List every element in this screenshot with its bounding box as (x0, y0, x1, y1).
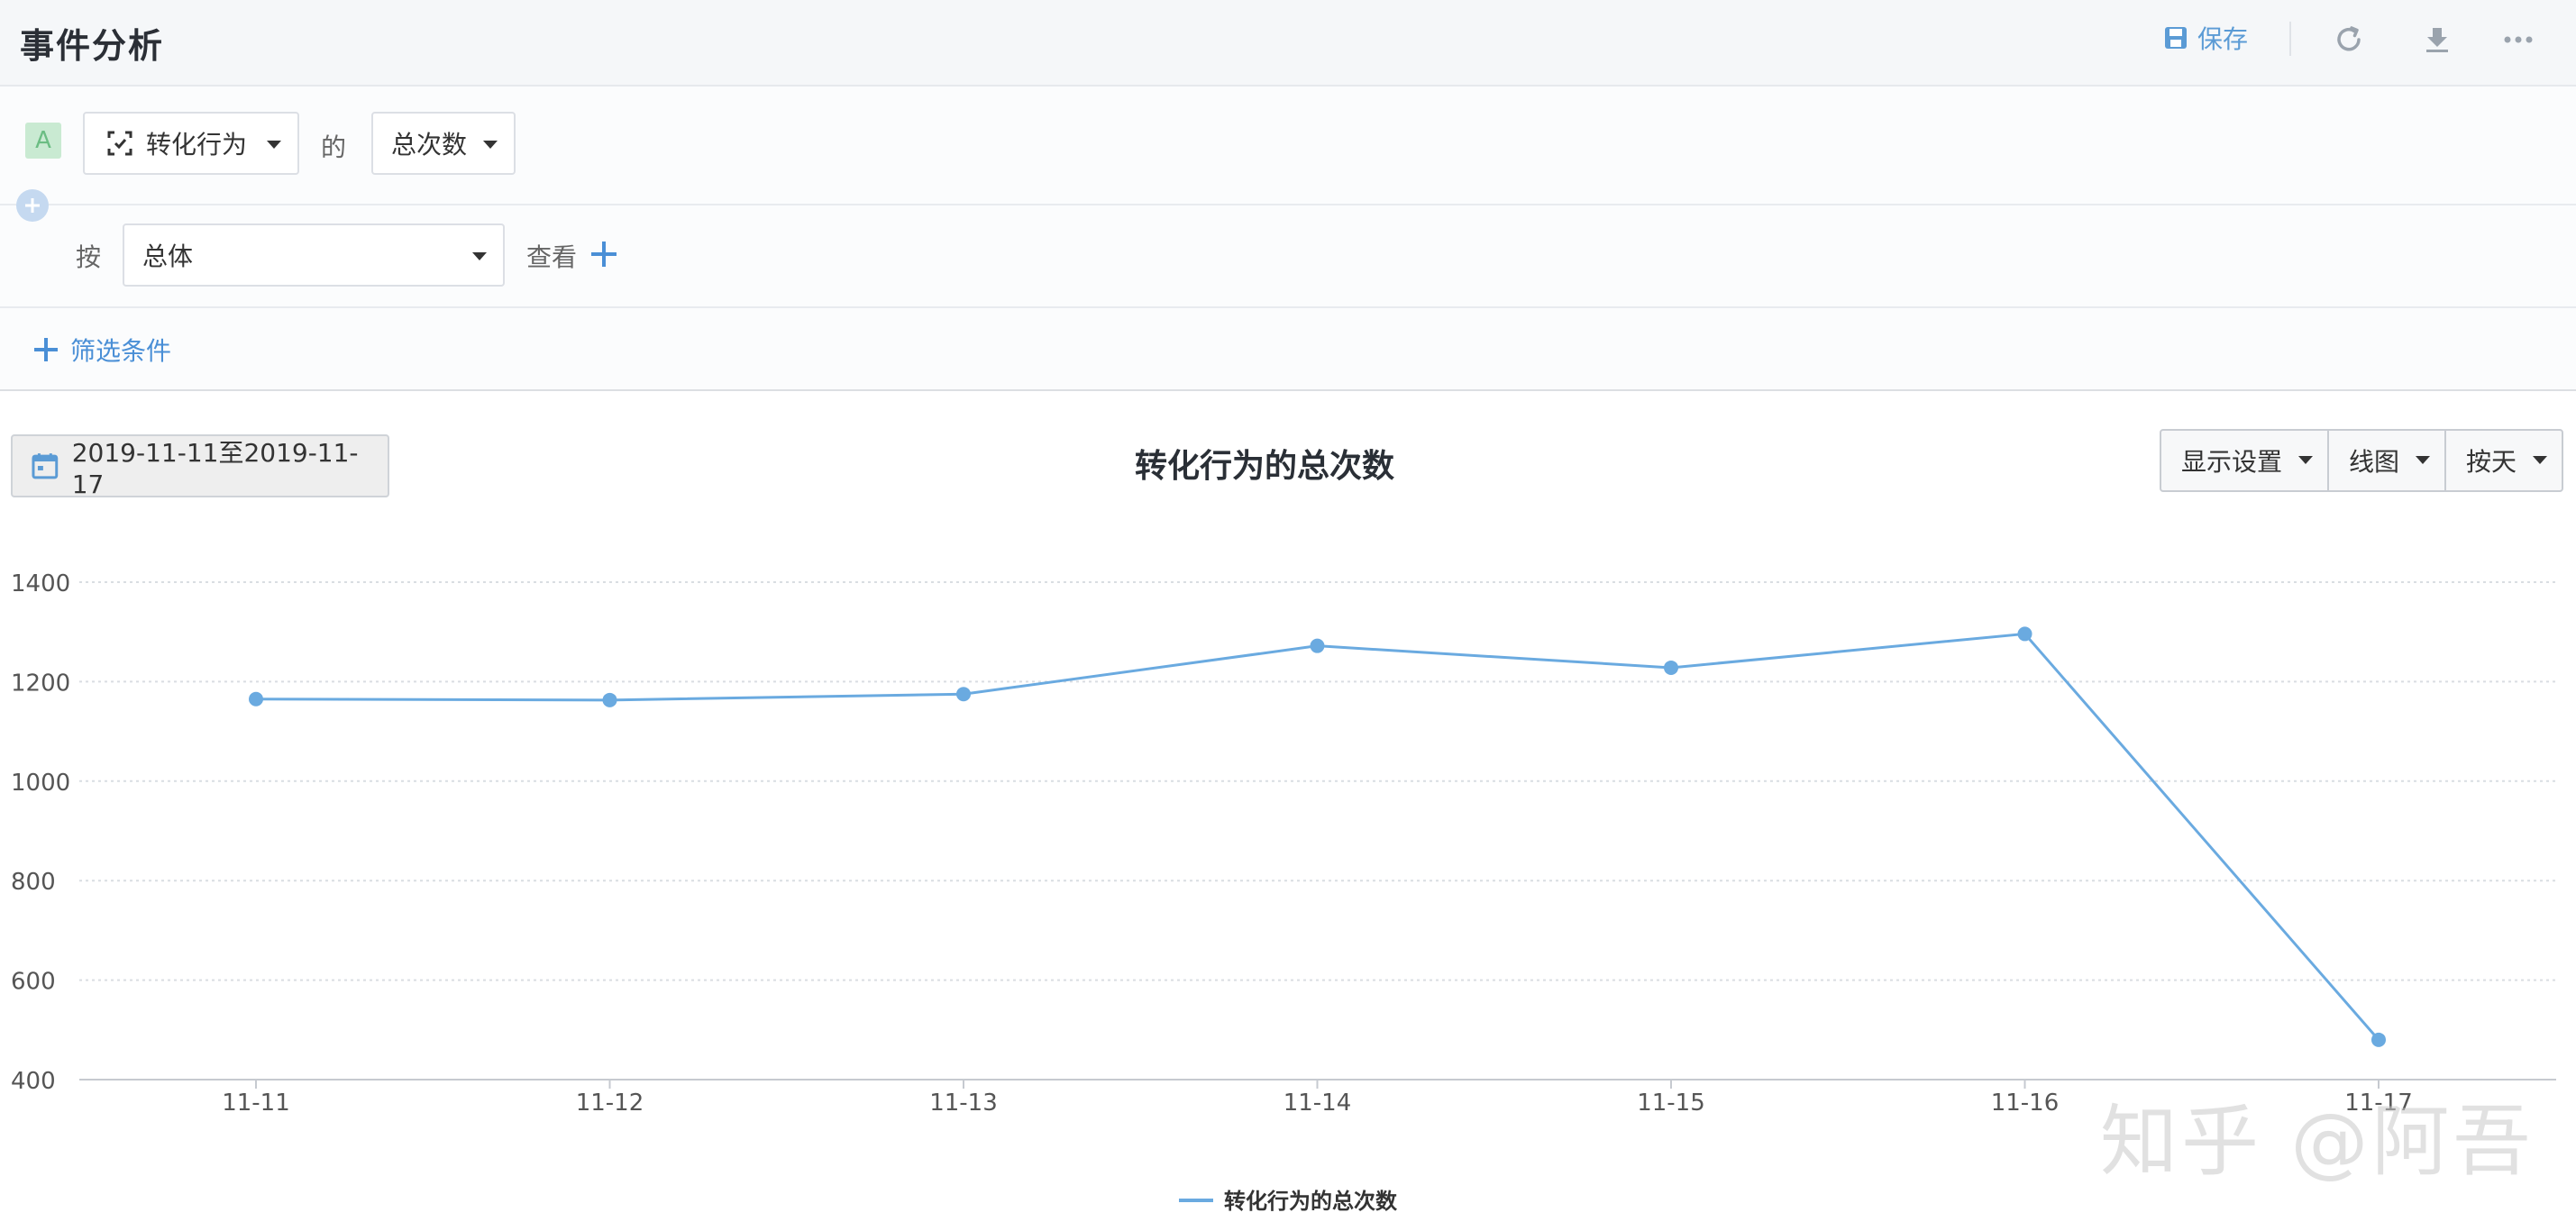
data-point (1310, 638, 1325, 653)
chevron-down-icon (2298, 456, 2313, 464)
data-point (2017, 626, 2032, 642)
chart-axes: 400 600 800 1000 1200 1400 11-11 11-12 11-13 11-1… (11, 570, 2556, 1117)
x-tick-label: 11-12 (576, 1090, 644, 1117)
page-header: 事件分析 保存 (0, 0, 2576, 87)
save-button[interactable]: 保存 (2163, 20, 2248, 56)
x-tick-label: 11-17 (2344, 1090, 2413, 1117)
chevron-down-icon (267, 141, 281, 149)
plus-icon (591, 242, 617, 267)
date-range-value: 2019-11-11至2019-11-17 (71, 437, 359, 499)
plus-icon (25, 198, 40, 213)
add-filter-button[interactable]: 筛选条件 (32, 332, 171, 368)
metric-select[interactable]: 总次数 (371, 112, 516, 175)
group-select[interactable]: 总体 (123, 223, 505, 287)
add-filter-label: 筛选条件 (70, 336, 172, 366)
series-line (255, 632, 2380, 1041)
save-label: 保存 (2197, 24, 2249, 54)
display-settings-dropdown[interactable]: 显示设置 (2161, 431, 2329, 490)
display-settings-label: 显示设置 (2181, 447, 2283, 477)
chart-type-dropdown[interactable]: 线图 (2329, 431, 2446, 490)
event-select-value: 转化行为 (146, 130, 248, 160)
y-tick-label: 1400 (11, 570, 70, 597)
chart-title: 转化行为的总次数 (1134, 448, 1394, 485)
group-by-row: 按 总体 查看 (0, 205, 2576, 308)
filter-row: 筛选条件 (0, 308, 2576, 391)
add-event-button[interactable] (16, 189, 49, 222)
header-divider (2289, 22, 2291, 56)
x-tick-label: 11-13 (929, 1090, 998, 1117)
x-tick-label: 11-15 (1637, 1090, 1705, 1117)
data-point (602, 692, 617, 707)
event-icon (107, 131, 132, 156)
refresh-button[interactable] (2329, 20, 2369, 59)
download-icon (2426, 28, 2448, 52)
data-point (2371, 1032, 2386, 1047)
save-icon (2165, 27, 2187, 49)
metric-select-value: 总次数 (391, 130, 468, 160)
plus-icon (34, 338, 58, 361)
date-range-picker[interactable]: 2019-11-11至2019-11-17 (11, 434, 389, 499)
chart-series (249, 626, 2386, 1047)
legend-label: 转化行为的总次数 (1224, 1189, 1398, 1214)
chart-legend: 转化行为的总次数 (1179, 1189, 1398, 1214)
calendar-icon (32, 453, 59, 479)
chevron-down-icon (2416, 456, 2430, 464)
chevron-down-icon (483, 141, 498, 149)
event-select[interactable]: 转化行为 (83, 112, 299, 175)
more-icon (2504, 36, 2533, 43)
y-tick-label: 1200 (11, 670, 70, 697)
series-badge: A (25, 123, 61, 159)
by-label: 按 (76, 242, 102, 272)
y-tick-label: 1000 (11, 770, 70, 797)
chart-type-label: 线图 (2349, 447, 2400, 477)
group-select-value: 总体 (142, 242, 194, 271)
data-point (1664, 660, 1678, 675)
download-button[interactable] (2417, 20, 2457, 59)
x-tick-label: 11-14 (1283, 1090, 1352, 1117)
data-point (956, 687, 971, 702)
page-title: 事件分析 (20, 26, 165, 66)
data-point (249, 691, 263, 707)
granularity-dropdown[interactable]: 按天 (2446, 431, 2562, 490)
y-tick-label: 800 (11, 869, 56, 896)
y-tick-label: 600 (11, 969, 56, 996)
y-tick-label: 400 (11, 1068, 56, 1095)
chevron-down-icon (2533, 456, 2547, 464)
of-label: 的 (321, 132, 347, 162)
chevron-down-icon (472, 252, 487, 260)
add-group-button[interactable] (589, 240, 618, 272)
event-row: A 转化行为 的 总次数 (0, 87, 2576, 205)
view-label: 查看 (526, 242, 578, 272)
x-tick-label: 11-16 (1991, 1090, 2060, 1117)
line-chart: 400 600 800 1000 1200 1400 11-11 11-12 11-13 11-1… (11, 570, 2556, 1214)
granularity-label: 按天 (2466, 447, 2517, 477)
refresh-icon (2337, 26, 2361, 51)
chart-options-group: 显示设置 线图 按天 (2160, 429, 2563, 492)
more-button[interactable] (2498, 20, 2538, 59)
x-tick-label: 11-11 (222, 1090, 290, 1117)
